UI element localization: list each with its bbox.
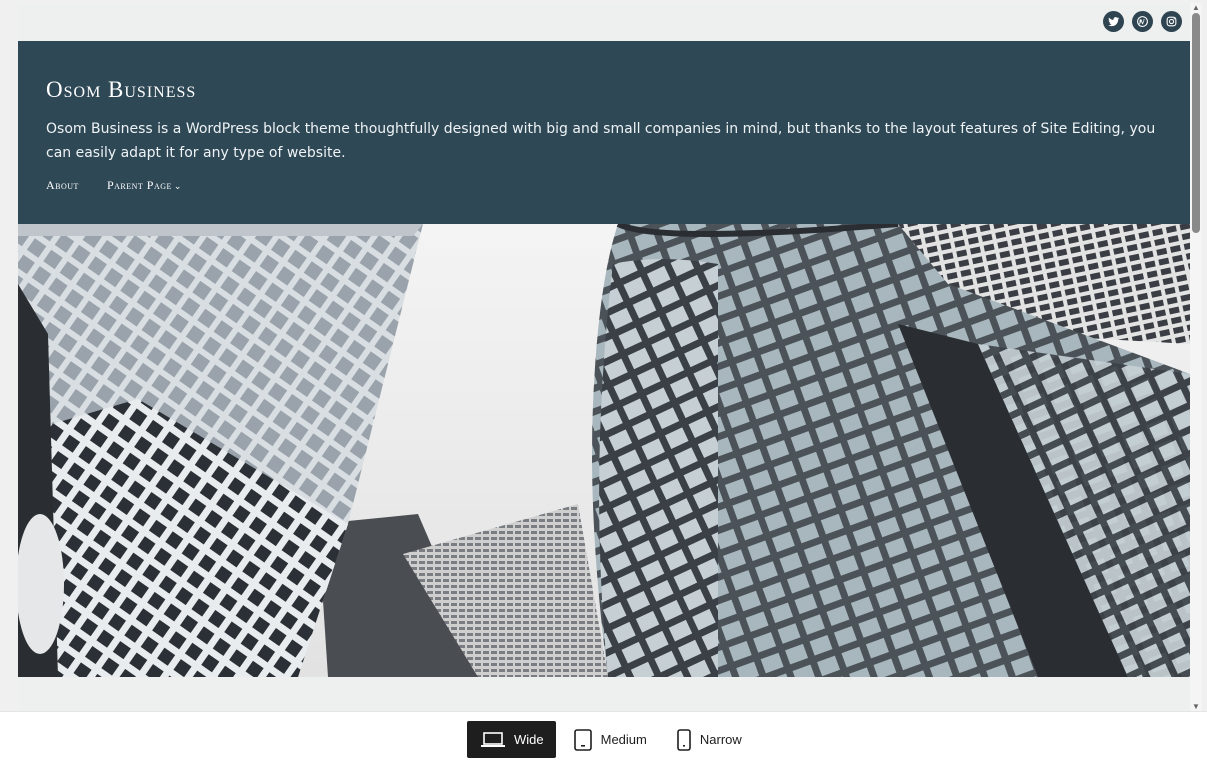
scroll-down-arrow-icon[interactable]: ▼ [1192,702,1200,711]
nav-item-about[interactable]: About [46,178,79,193]
scrollbar[interactable]: ▲ ▼ [1190,3,1202,711]
instagram-icon[interactable] [1161,11,1182,32]
laptop-icon [481,731,505,747]
viewport-switcher: Wide Medium Narrow [0,711,1207,761]
twitter-icon[interactable] [1103,11,1124,32]
site-title[interactable]: Osom Business [46,77,196,103]
wide-view-button[interactable]: Wide [467,721,556,758]
primary-nav: About Parent Page ⌄ [46,178,182,193]
preview-frame: Osom Business Osom Business is a WordPre… [0,0,1207,711]
phone-icon [677,728,691,751]
wide-view-label: Wide [514,732,544,747]
nav-item-parent-page[interactable]: Parent Page ⌄ [107,178,182,193]
medium-view-button[interactable]: Medium [560,721,659,758]
narrow-view-button[interactable]: Narrow [663,721,754,758]
site-preview: Osom Business Osom Business is a WordPre… [18,3,1190,711]
narrow-view-label: Narrow [699,732,742,747]
wordpress-icon[interactable] [1132,11,1153,32]
nav-item-parent-page-label: Parent Page [106,178,172,192]
chevron-down-icon: ⌄ [173,181,182,191]
content-area [18,677,1190,711]
site-header: Osom Business Osom Business is a WordPre… [18,41,1190,224]
scroll-up-arrow-icon[interactable]: ▲ [1192,3,1200,12]
top-bar [18,3,1190,41]
tablet-icon [573,728,592,751]
site-tagline: Osom Business is a WordPress block theme… [46,121,1156,161]
scrollbar-thumb[interactable] [1192,13,1200,233]
social-links [1103,11,1182,32]
medium-view-label: Medium [600,732,647,747]
hero-image [18,224,1190,677]
